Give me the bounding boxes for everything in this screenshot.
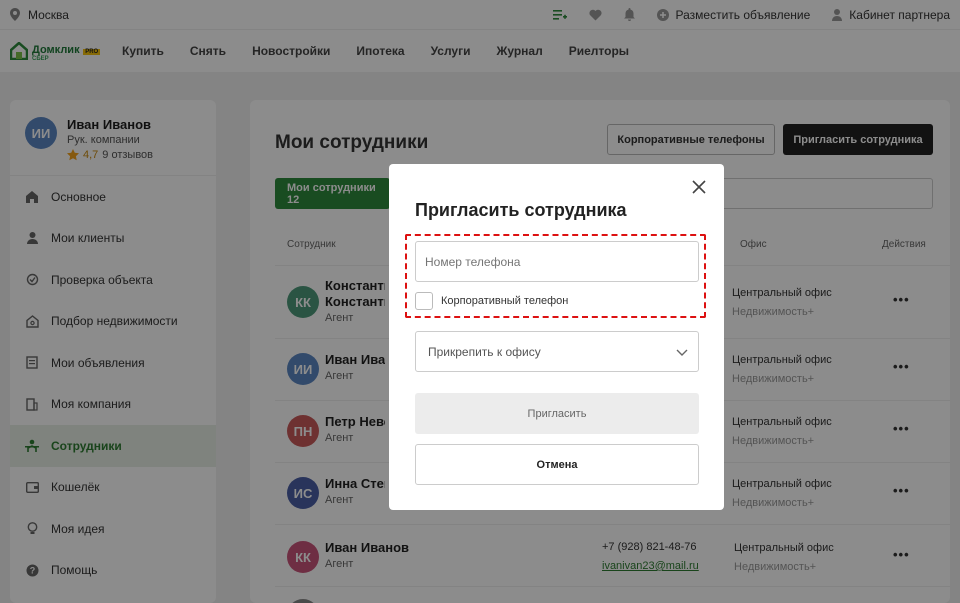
chevron-down-icon [676, 346, 688, 360]
office-select[interactable]: Прикрепить к офису [415, 331, 699, 372]
invite-employee-modal: Пригласить сотрудника Корпоративный теле… [389, 164, 724, 510]
corporate-phone-checkbox[interactable] [415, 292, 433, 310]
send-invite-button[interactable]: Пригласить [415, 393, 699, 434]
corporate-phone-checkbox-row[interactable]: Корпоративный телефон [415, 292, 568, 310]
corporate-phone-checkbox-label: Корпоративный телефон [441, 295, 569, 307]
office-select-label: Прикрепить к офису [428, 344, 541, 359]
phone-number-input[interactable] [415, 241, 699, 282]
modal-title: Пригласить сотрудника [415, 200, 627, 220]
cancel-button[interactable]: Отмена [415, 444, 699, 485]
close-icon[interactable] [690, 178, 708, 196]
